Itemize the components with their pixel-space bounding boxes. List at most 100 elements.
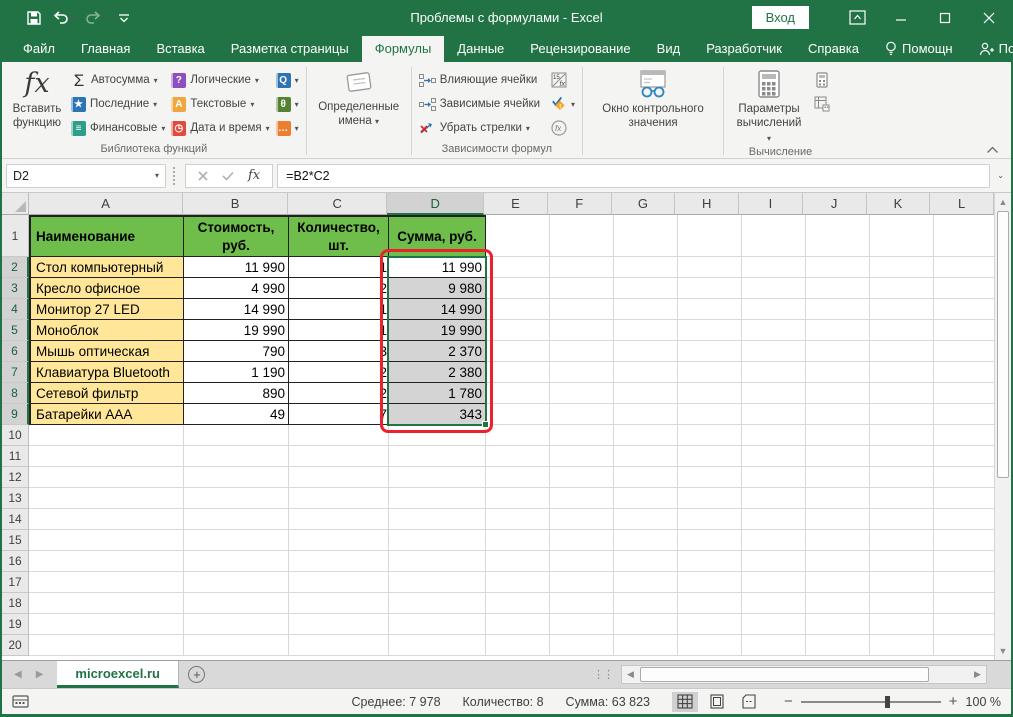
sheet-cell[interactable] xyxy=(184,509,289,530)
sheet-cell[interactable] xyxy=(184,425,289,446)
sheet-cell[interactable] xyxy=(806,278,870,299)
sheet-cell[interactable] xyxy=(550,257,614,278)
sheet-cell[interactable] xyxy=(486,446,550,467)
sheet-cell[interactable] xyxy=(389,467,486,488)
cell-cost[interactable]: 4 990 xyxy=(184,278,289,299)
cell-name[interactable]: Монитор 27 LED xyxy=(29,299,184,320)
sheet-cell[interactable] xyxy=(870,488,934,509)
sheet-cell[interactable] xyxy=(742,614,806,635)
sheet-cell[interactable] xyxy=(806,488,870,509)
undo-dropdown-icon[interactable]: ▾ xyxy=(71,13,75,22)
row-header[interactable]: 8 xyxy=(2,383,29,404)
sheet-cell[interactable] xyxy=(614,614,678,635)
sheet-cell[interactable] xyxy=(550,278,614,299)
sheet-cell[interactable] xyxy=(289,488,389,509)
sheet-cell[interactable] xyxy=(934,551,998,572)
tab-data[interactable]: Данные xyxy=(444,36,517,62)
cell-qty[interactable]: 1 xyxy=(289,257,389,278)
sheet-cell[interactable] xyxy=(742,278,806,299)
column-header-i[interactable]: I xyxy=(739,193,803,215)
sheet-cell[interactable] xyxy=(389,446,486,467)
insert-function-button[interactable]: fx Вставить функцию xyxy=(6,65,68,142)
sheet-cell[interactable] xyxy=(486,341,550,362)
sheet-cell[interactable] xyxy=(614,635,678,656)
sheet-cell[interactable] xyxy=(742,257,806,278)
sheet-cell[interactable] xyxy=(934,425,998,446)
cell-cost[interactable]: 790 xyxy=(184,341,289,362)
horizontal-scrollbar-thumb[interactable] xyxy=(640,667,929,682)
formula-input[interactable]: =B2*C2 xyxy=(277,164,990,188)
column-header-d[interactable]: D xyxy=(387,193,484,215)
cell-cost[interactable]: 19 990 xyxy=(184,320,289,341)
cell-qty[interactable]: 2 xyxy=(289,278,389,299)
sheet-cell[interactable] xyxy=(678,383,742,404)
tab-file[interactable]: Файл xyxy=(10,36,68,62)
row-header[interactable]: 13 xyxy=(2,488,29,509)
sheet-cell[interactable] xyxy=(934,257,998,278)
sheet-cell[interactable] xyxy=(806,593,870,614)
row-header[interactable]: 14 xyxy=(2,509,29,530)
remove-arrows-button[interactable]: Убрать стрелки▾ xyxy=(416,116,543,140)
sheet-cell[interactable] xyxy=(486,572,550,593)
sheet-cell[interactable] xyxy=(29,530,184,551)
more-functions-button[interactable]: …▾ xyxy=(273,116,302,140)
sheet-cell[interactable] xyxy=(870,362,934,383)
customize-qat-icon[interactable] xyxy=(118,12,130,24)
sheet-cell[interactable] xyxy=(742,341,806,362)
sheet-cell[interactable] xyxy=(934,488,998,509)
sheet-cell[interactable] xyxy=(806,530,870,551)
cell-name[interactable]: Стол компьютерный xyxy=(29,257,184,278)
sheet-cell[interactable] xyxy=(550,341,614,362)
close-button[interactable] xyxy=(967,0,1011,35)
page-layout-view-button[interactable] xyxy=(704,692,730,712)
cell-name[interactable]: Кресло офисное xyxy=(29,278,184,299)
evaluate-formula-button[interactable]: fx xyxy=(547,116,578,140)
sheet-cell[interactable] xyxy=(934,278,998,299)
sheet-cell[interactable] xyxy=(486,551,550,572)
sheet-cell[interactable] xyxy=(389,530,486,551)
sheet-cell[interactable] xyxy=(678,530,742,551)
sheet-cell[interactable] xyxy=(870,341,934,362)
sheet-cell[interactable] xyxy=(678,425,742,446)
cell-sum[interactable]: 19 990 xyxy=(389,320,486,341)
sheet-cell[interactable] xyxy=(184,446,289,467)
sheet-cell[interactable] xyxy=(870,383,934,404)
sheet-cell[interactable] xyxy=(934,593,998,614)
cell-sum[interactable]: 343 xyxy=(389,404,486,425)
cell-cost[interactable]: 890 xyxy=(184,383,289,404)
sheet-cell[interactable] xyxy=(678,635,742,656)
sheet-cell[interactable] xyxy=(742,551,806,572)
trace-precedents-button[interactable]: Влияющие ячейки xyxy=(416,68,543,92)
sheet-cell[interactable] xyxy=(614,383,678,404)
sheet-cell[interactable] xyxy=(614,488,678,509)
sheet-cell[interactable] xyxy=(29,593,184,614)
sheet-cell[interactable] xyxy=(289,425,389,446)
sheet-cell[interactable] xyxy=(742,446,806,467)
sheet-cell[interactable] xyxy=(389,509,486,530)
row-header[interactable]: 17 xyxy=(2,572,29,593)
cell-sum[interactable]: 11 990 xyxy=(389,257,486,278)
row-header[interactable]: 3 xyxy=(2,278,29,299)
cell-qty[interactable]: 1 xyxy=(289,299,389,320)
header-cell-sum[interactable]: Сумма, руб. xyxy=(389,215,486,257)
calculation-options-button[interactable]: Параметры вычислений ▾ xyxy=(728,65,810,145)
sheet-cell[interactable] xyxy=(678,593,742,614)
sheet-cell[interactable] xyxy=(806,257,870,278)
sheet-cell[interactable] xyxy=(678,551,742,572)
sheet-cell[interactable] xyxy=(289,467,389,488)
sheet-cell[interactable] xyxy=(678,614,742,635)
row-header[interactable]: 16 xyxy=(2,551,29,572)
sheet-cell[interactable] xyxy=(806,614,870,635)
sheet-cell[interactable] xyxy=(742,425,806,446)
column-header-e[interactable]: E xyxy=(484,193,548,215)
vertical-scrollbar[interactable]: ▲ ▼ xyxy=(994,193,1011,660)
column-header-j[interactable]: J xyxy=(803,193,867,215)
sheet-cell[interactable] xyxy=(742,488,806,509)
cell-name[interactable]: Батарейки AAA xyxy=(29,404,184,425)
sheet-cell[interactable] xyxy=(870,446,934,467)
column-header-k[interactable]: K xyxy=(867,193,931,215)
sheet-cell[interactable] xyxy=(870,509,934,530)
sheet-cell[interactable] xyxy=(389,614,486,635)
sheet-cell[interactable] xyxy=(806,383,870,404)
sheet-cell[interactable] xyxy=(184,488,289,509)
